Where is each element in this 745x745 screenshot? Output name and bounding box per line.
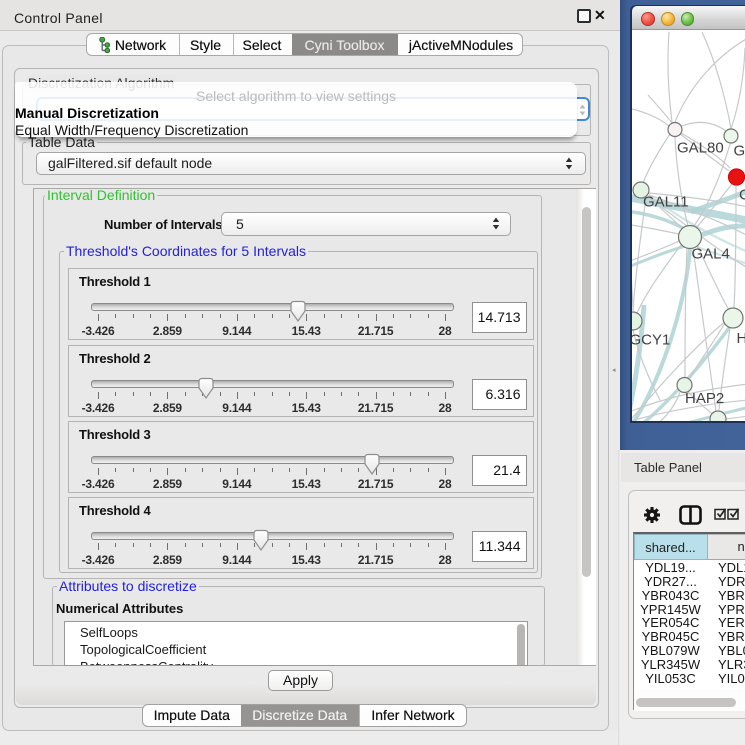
svg-text:H: H (737, 330, 745, 347)
svg-text:C: C (739, 187, 745, 204)
svg-text:GAL4: GAL4 (692, 246, 730, 263)
svg-text:HAP2: HAP2 (685, 390, 724, 407)
svg-text:GCY1: GCY1 (632, 332, 670, 349)
svg-text:GAL11: GAL11 (643, 194, 689, 211)
svg-text:G.: G. (734, 143, 745, 160)
svg-text:GAL80: GAL80 (677, 140, 724, 157)
